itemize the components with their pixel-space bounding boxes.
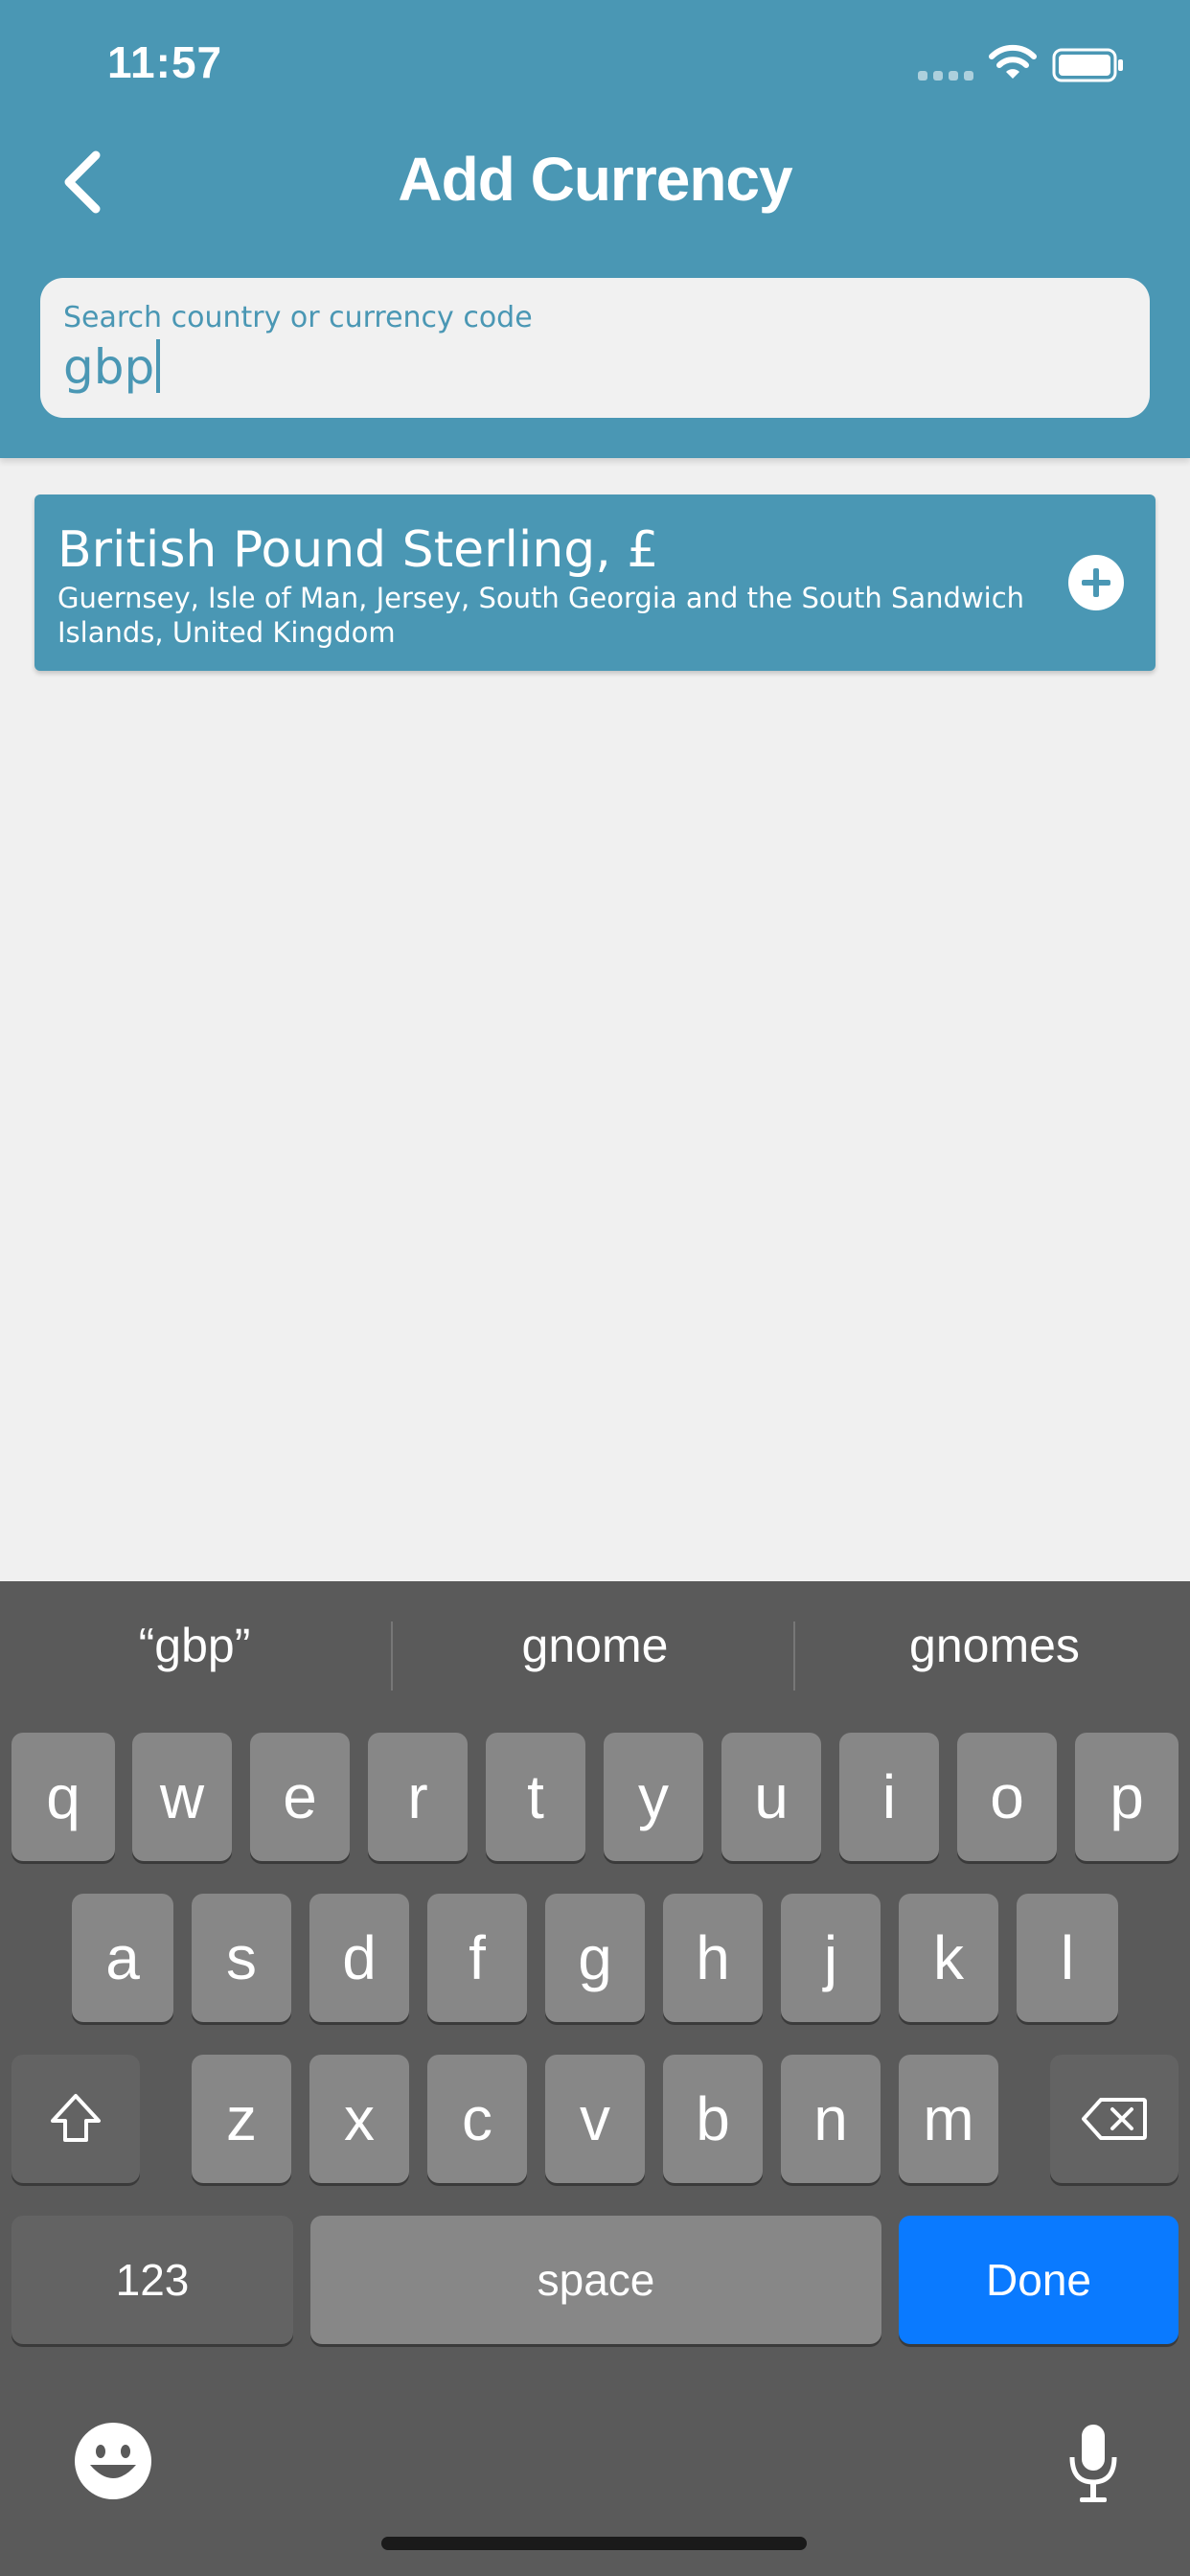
suggestion-divider	[391, 1622, 393, 1690]
battery-icon	[1052, 48, 1123, 82]
search-text: gbp	[63, 339, 155, 395]
microphone-icon[interactable]	[1067, 2423, 1119, 2505]
cellular-signal-icon	[918, 71, 973, 80]
space-key[interactable]: space	[310, 2216, 881, 2344]
suggestion-divider	[793, 1622, 795, 1690]
key-o[interactable]: o	[957, 1733, 1057, 1861]
home-indicator	[381, 2537, 807, 2550]
key-c[interactable]: c	[427, 2055, 527, 2183]
wifi-icon	[989, 44, 1037, 79]
key-j[interactable]: j	[781, 1894, 881, 2022]
key-w[interactable]: w	[132, 1733, 232, 1861]
search-value[interactable]: gbp	[63, 339, 161, 395]
add-currency-plus-icon[interactable]	[1067, 554, 1125, 611]
suggestion-2[interactable]: gnome	[403, 1618, 787, 1673]
currency-result-card[interactable]: British Pound Sterling, £ Guernsey, Isle…	[34, 494, 1156, 671]
key-p[interactable]: p	[1075, 1733, 1179, 1861]
suggestion-bar: “gbp” gnome gnomes	[0, 1581, 1190, 1735]
numbers-key[interactable]: 123	[11, 2216, 293, 2344]
key-e[interactable]: e	[250, 1733, 350, 1861]
key-r[interactable]: r	[368, 1733, 468, 1861]
key-q[interactable]: q	[11, 1733, 115, 1861]
key-h[interactable]: h	[663, 1894, 763, 2022]
key-x[interactable]: x	[309, 2055, 409, 2183]
key-d[interactable]: d	[309, 1894, 409, 2022]
key-l[interactable]: l	[1017, 1894, 1118, 2022]
emoji-icon[interactable]	[73, 2421, 153, 2501]
key-v[interactable]: v	[545, 2055, 645, 2183]
header: 11:57 Add Currency Search country or cur…	[0, 0, 1190, 458]
currency-name: British Pound Sterling, £	[57, 521, 659, 579]
key-a[interactable]: a	[72, 1894, 173, 2022]
backspace-icon	[1082, 2098, 1147, 2140]
page-title: Add Currency	[398, 145, 792, 214]
key-u[interactable]: u	[721, 1733, 821, 1861]
key-i[interactable]: i	[839, 1733, 939, 1861]
text-cursor	[156, 339, 161, 393]
suggestion-1[interactable]: “gbp”	[3, 1618, 386, 1673]
suggestion-3[interactable]: gnomes	[803, 1618, 1186, 1673]
done-key[interactable]: Done	[899, 2216, 1179, 2344]
shift-key[interactable]	[11, 2055, 140, 2183]
currency-countries: Guernsey, Isle of Man, Jersey, South Geo…	[57, 582, 1025, 649]
keyboard: “gbp” gnome gnomes q w e r t y u i o p a…	[0, 1581, 1190, 2576]
key-m[interactable]: m	[899, 2055, 998, 2183]
search-label: Search country or currency code	[63, 301, 533, 334]
key-b[interactable]: b	[663, 2055, 763, 2183]
shift-arrow-icon	[51, 2094, 101, 2142]
search-input[interactable]: Search country or currency code gbp	[40, 278, 1150, 418]
key-k[interactable]: k	[899, 1894, 998, 2022]
key-y[interactable]: y	[604, 1733, 703, 1861]
key-s[interactable]: s	[192, 1894, 291, 2022]
key-t[interactable]: t	[486, 1733, 585, 1861]
status-time: 11:57	[107, 37, 223, 87]
backspace-key[interactable]	[1050, 2055, 1179, 2183]
key-f[interactable]: f	[427, 1894, 527, 2022]
key-n[interactable]: n	[781, 2055, 881, 2183]
key-z[interactable]: z	[192, 2055, 291, 2183]
key-g[interactable]: g	[545, 1894, 645, 2022]
